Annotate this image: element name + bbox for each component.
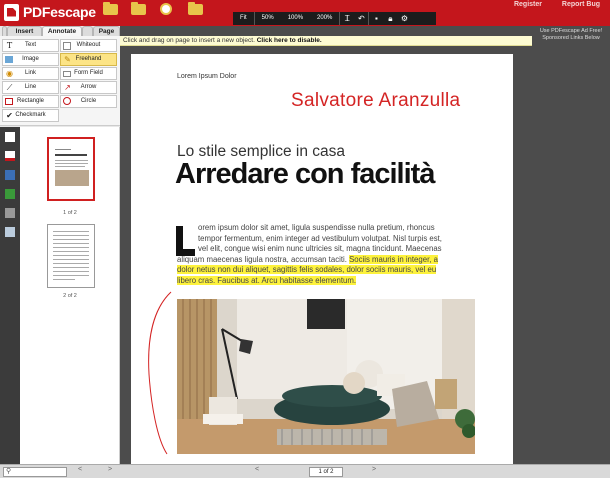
form-field-tool-button[interactable]: Form Field (60, 67, 117, 80)
tab-page[interactable]: Page (93, 26, 120, 36)
print-icon[interactable] (5, 208, 15, 218)
body-line: orem ipsum dolor sit amet, ligula suspen… (198, 223, 435, 232)
photo-illustration (177, 299, 475, 454)
right-ad-area (532, 26, 610, 464)
app-logo[interactable]: PDFescape (4, 3, 96, 21)
gear-icon[interactable]: ⚙ (397, 12, 411, 25)
form-field-tool-label: Form Field (74, 70, 103, 76)
checkmark-icon: ✔ (6, 111, 13, 120)
scroll-left-arrow[interactable]: < (78, 466, 82, 473)
whiteout-icon (63, 42, 71, 50)
pdf-page[interactable]: Lorem Ipsum Dolor Salvatore Aranzulla Lo… (131, 54, 513, 464)
image-tool-label: Image (22, 56, 39, 62)
lock-icon[interactable]: 🔒︎ (383, 12, 397, 25)
zoom-toolbar: Fit 50% 100% 200% Ꮖ ↶ ▪ 🔒︎ ⚙ (233, 12, 436, 25)
body-line: aliquam maecenas ligula nostra, accumsan… (177, 254, 347, 264)
living-room-photo (177, 299, 475, 454)
pages-icon[interactable] (5, 132, 15, 142)
app-brand: PDFescape (23, 4, 96, 20)
undo-icon[interactable]: ↶ (354, 12, 368, 25)
form-field-icon (63, 71, 71, 77)
next-page-arrow[interactable]: > (372, 466, 376, 473)
text-tool-button[interactable]: T Text (2, 39, 59, 52)
highlight-annotation[interactable]: libero cras. Faucibus at. Arcu habitasse… (177, 275, 356, 285)
share-icon[interactable] (5, 227, 15, 237)
search-icon: ⚲ (6, 468, 12, 475)
line-icon: ⟋ (6, 83, 13, 92)
insert-notice: Click and drag on page to insert a new o… (120, 36, 532, 46)
body-line: vel elit, congue wisi enim nunc ultricie… (198, 244, 442, 253)
pencil-icon: ✎ (64, 55, 71, 64)
image-icon (5, 56, 13, 63)
save-folder-icon[interactable] (131, 2, 146, 15)
page-selector[interactable]: 1 of 2 (309, 467, 343, 477)
image-tool-button[interactable]: Image (2, 53, 59, 66)
rectangle-icon (5, 98, 13, 105)
document-viewport: Lorem Ipsum Dolor Salvatore Aranzulla Lo… (120, 47, 532, 464)
page-thumbnail-2[interactable] (47, 224, 95, 288)
lock-small-icon[interactable]: ▪ (369, 12, 383, 25)
inserted-text-annotation[interactable]: Salvatore Aranzulla (291, 90, 460, 112)
checkmark-tool-button[interactable]: ✔ Checkmark (2, 109, 59, 122)
highlight-annotation[interactable]: Sociis mauris in integer, a (349, 254, 438, 264)
whiteout-tool-label: Whiteout (76, 42, 101, 48)
checkmark-tool-label: Checkmark (15, 112, 46, 118)
history-icon[interactable] (160, 3, 172, 15)
download-folder-icon[interactable] (188, 2, 203, 15)
side-icon-strip (0, 127, 20, 464)
circle-icon (63, 97, 71, 105)
bottom-bar: ⚲ < > < 1 of 2 > (0, 464, 610, 478)
document-body: orem ipsum dolor sit amet, ligula suspen… (177, 223, 467, 286)
link-icon: ◉ (6, 69, 13, 78)
text-cursor-icon[interactable]: Ꮖ (340, 12, 354, 25)
disable-notice-link[interactable]: Click here to disable. (257, 37, 322, 44)
scroll-right-arrow[interactable]: > (108, 466, 112, 473)
highlight-annotation[interactable]: dolor netus non dui aliquet, sagittis fe… (177, 265, 437, 274)
thumbnail-panel: 1 of 2 2 of 2 (20, 127, 120, 464)
arrow-icon: ↗ (64, 83, 71, 92)
line-tool-button[interactable]: ⟋ Line (2, 81, 59, 94)
tab-annotate[interactable]: Annotate (42, 26, 82, 36)
save-icon[interactable] (5, 170, 15, 180)
zoom-200-button[interactable]: 200% (310, 12, 339, 25)
report-bug-link[interactable]: Report Bug (562, 1, 600, 8)
zoom-fit-button[interactable]: Fit (233, 12, 254, 25)
notice-text: Click and drag on page to insert a new o… (123, 37, 255, 44)
arrow-tool-label: Arrow (80, 84, 97, 90)
circle-tool-button[interactable]: Circle (60, 95, 117, 108)
text-tool-icon: T (6, 41, 13, 50)
zoom-100-button[interactable]: 100% (281, 12, 310, 25)
document-header: Lorem Ipsum Dolor (177, 73, 237, 80)
tool-tabs: Insert Annotate Page (0, 26, 120, 36)
open-folder-icon[interactable] (103, 2, 118, 15)
zoom-50-button[interactable]: 50% (255, 12, 281, 25)
document-title: Arredare con facilità (175, 158, 435, 190)
body-line: tempor fermentum, enim integer ad vestib… (198, 233, 442, 243)
tool-grid: T Text Whiteout Image ✎ Freehand ◉ Link … (0, 36, 120, 126)
download-icon[interactable] (5, 189, 15, 199)
arrow-tool-button[interactable]: ↗ Arrow (60, 81, 117, 94)
text-tool-label: Text (24, 42, 36, 48)
whiteout-tool-button[interactable]: Whiteout (60, 39, 117, 52)
thumbnail-label-2: 2 of 2 (63, 293, 77, 299)
link-tool-label: Link (24, 70, 36, 76)
line-tool-label: Line (24, 84, 37, 90)
register-link[interactable]: Register (514, 1, 542, 8)
link-tool-button[interactable]: ◉ Link (2, 67, 59, 80)
thumbnail-label-1: 1 of 2 (63, 210, 77, 216)
rectangle-tool-button[interactable]: Rectangle (2, 95, 59, 108)
previous-page-arrow[interactable]: < (255, 466, 259, 473)
tab-insert[interactable]: Insert (7, 26, 42, 36)
new-page-icon[interactable] (5, 151, 15, 161)
page-thumbnail-1[interactable] (47, 137, 95, 201)
search-input[interactable]: ⚲ (3, 467, 67, 477)
ad-free-text[interactable]: Use PDFescape Ad Free! Sponsored Links B… (536, 28, 606, 42)
freehand-tool-button[interactable]: ✎ Freehand (60, 53, 117, 66)
left-panel: Insert Annotate Page T Text Whiteout Ima… (0, 26, 120, 464)
rectangle-tool-label: Rectangle (16, 98, 45, 104)
freehand-tool-label: Freehand (75, 56, 102, 62)
circle-tool-label: Circle (80, 98, 97, 104)
tab-spacer (82, 26, 93, 36)
pdfescape-logo-icon (4, 3, 19, 21)
